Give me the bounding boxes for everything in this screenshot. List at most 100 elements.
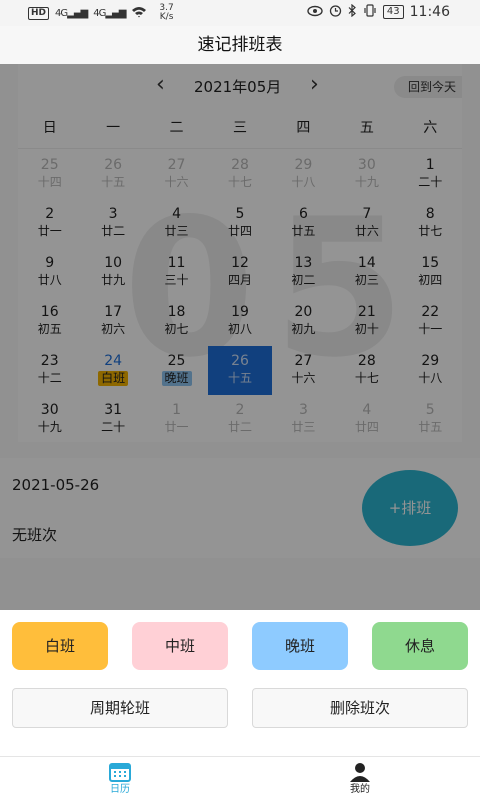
day-number: 30	[40, 402, 59, 418]
calendar-day[interactable]: 4 廿三	[145, 199, 208, 248]
day-number: 14	[357, 255, 376, 271]
lunar-date: 十七	[354, 371, 379, 385]
weekday-label: 四	[296, 120, 311, 136]
network-speed: 3.7 K/s	[159, 4, 173, 22]
day-number: 2	[45, 206, 55, 222]
calendar-icon	[60, 761, 180, 783]
lunar-date: 廿三	[291, 420, 316, 434]
lunar-date: 廿四	[227, 224, 252, 238]
day-grid: 25 十四 26 十五 27 十六 28 十七 29 十八 30 十九 1 二十 2 廿一 3 廿二 4 廿三 5 廿四 6…	[18, 150, 462, 444]
lunar-date: 十七	[227, 175, 252, 189]
calendar-day[interactable]: 24 白班	[81, 346, 144, 395]
calendar-day[interactable]: 28 十七	[335, 346, 398, 395]
lunar-date: 初三	[354, 273, 379, 287]
bottom-tab-bar: 日历 我的	[0, 756, 480, 801]
calendar-day[interactable]: 7 廿六	[335, 199, 398, 248]
day-number: 31	[104, 402, 123, 418]
calendar-day[interactable]: 16 初五	[18, 297, 81, 346]
day-number: 1	[172, 402, 182, 418]
wifi-icon	[131, 6, 147, 21]
calendar-day[interactable]: 2 廿一	[18, 199, 81, 248]
back-to-today-button[interactable]: 回到今天	[393, 76, 462, 98]
middle-shift-button[interactable]: 中班	[132, 622, 228, 670]
lunar-date: 初四	[418, 273, 443, 287]
month-nav: ‹ 2021年05月 › 回到今天	[18, 64, 462, 108]
calendar-day[interactable]: 3 廿二	[81, 199, 144, 248]
page-title: 速记排班表	[0, 26, 480, 64]
calendar-day[interactable]: 25 十四	[18, 150, 81, 199]
day-info-panel: 2021-05-26 无班次 +排班	[0, 458, 480, 558]
calendar-day[interactable]: 3 廿三	[272, 395, 335, 444]
calendar-day[interactable]: 27 十六	[145, 150, 208, 199]
day-number: 28	[357, 353, 376, 369]
rest-button[interactable]: 休息	[372, 622, 468, 670]
lunar-date: 初六	[101, 322, 126, 336]
calendar-day[interactable]: 1 廿一	[145, 395, 208, 444]
calendar-day[interactable]: 31 二十	[81, 395, 144, 444]
day-number: 2	[235, 402, 245, 418]
day-number: 19	[231, 304, 249, 320]
calendar-day[interactable]: 26 十五	[208, 346, 272, 395]
day-number: 10	[104, 255, 123, 271]
signal-label: 4G	[55, 7, 68, 19]
day-number: 9	[45, 255, 55, 271]
calendar-day[interactable]: 14 初三	[335, 248, 398, 297]
cycle-shift-button[interactable]: 周期轮班	[12, 688, 228, 728]
calendar-day[interactable]: 13 初二	[272, 248, 335, 297]
calendar-day[interactable]: 29 十八	[272, 150, 335, 199]
calendar-day[interactable]: 4 廿四	[335, 395, 398, 444]
eye-icon	[307, 5, 323, 20]
night-shift-button[interactable]: 晚班	[252, 622, 348, 670]
day-number: 26	[104, 157, 123, 173]
bluetooth-icon	[348, 3, 357, 20]
calendar-day[interactable]: 2 廿二	[208, 395, 271, 444]
calendar-day[interactable]: 8 廿七	[399, 199, 462, 248]
day-number: 22	[421, 304, 440, 320]
tab-mine[interactable]: 我的	[300, 761, 420, 797]
tab-calendar[interactable]: 日历	[60, 761, 180, 797]
lunar-date: 初七	[164, 322, 189, 336]
day-number: 24	[104, 353, 123, 369]
shift-tag: 白班	[98, 371, 129, 386]
calendar-day[interactable]: 23 十二	[18, 346, 81, 395]
day-shift-button[interactable]: 白班	[12, 622, 108, 670]
tab-mine-label: 我的	[350, 784, 370, 795]
calendar-day[interactable]: 9 廿八	[18, 248, 81, 297]
lunar-date: 初二	[291, 273, 316, 287]
calendar-day[interactable]: 5 廿四	[208, 199, 271, 248]
calendar-day[interactable]: 28 十七	[208, 150, 271, 199]
day-number: 5	[235, 206, 245, 222]
calendar-day[interactable]: 17 初六	[81, 297, 144, 346]
chevron-right-icon[interactable]: ›	[310, 72, 319, 97]
chevron-left-icon[interactable]: ‹	[156, 72, 165, 97]
calendar-day[interactable]: 22 十一	[399, 297, 462, 346]
calendar-day[interactable]: 6 廿五	[272, 199, 335, 248]
calendar-day[interactable]: 21 初十	[335, 297, 398, 346]
calendar-day[interactable]: 27 十六	[272, 346, 335, 395]
calendar-day[interactable]: 10 廿九	[81, 248, 144, 297]
calendar-day[interactable]: 11 三十	[145, 248, 208, 297]
calendar-day[interactable]: 20 初九	[272, 297, 335, 346]
add-shift-button[interactable]: +排班	[362, 470, 458, 546]
calendar-day[interactable]: 25 晚班	[145, 346, 208, 395]
delete-shift-button[interactable]: 删除班次	[252, 688, 468, 728]
calendar-day[interactable]: 1 二十	[399, 150, 462, 199]
day-number: 29	[294, 157, 313, 173]
day-number: 25	[167, 353, 186, 369]
calendar-day[interactable]: 12 四月	[208, 248, 271, 297]
calendar-day[interactable]: 15 初四	[399, 248, 462, 297]
lunar-date: 十八	[291, 175, 316, 189]
calendar-day[interactable]: 26 十五	[81, 150, 144, 199]
person-icon	[300, 761, 420, 783]
day-number: 15	[421, 255, 440, 271]
selected-date: 2021-05-26	[12, 476, 100, 494]
day-number: 26	[231, 353, 249, 369]
calendar-day[interactable]: 29 十八	[399, 346, 462, 395]
calendar-day[interactable]: 18 初七	[145, 297, 208, 346]
calendar-day[interactable]: 30 十九	[18, 395, 81, 444]
lunar-date: 十六	[291, 371, 316, 385]
calendar-day[interactable]: 30 十九	[335, 150, 398, 199]
day-number: 1	[425, 157, 435, 173]
calendar-day[interactable]: 19 初八	[208, 297, 271, 346]
calendar-day[interactable]: 5 廿五	[399, 395, 462, 444]
